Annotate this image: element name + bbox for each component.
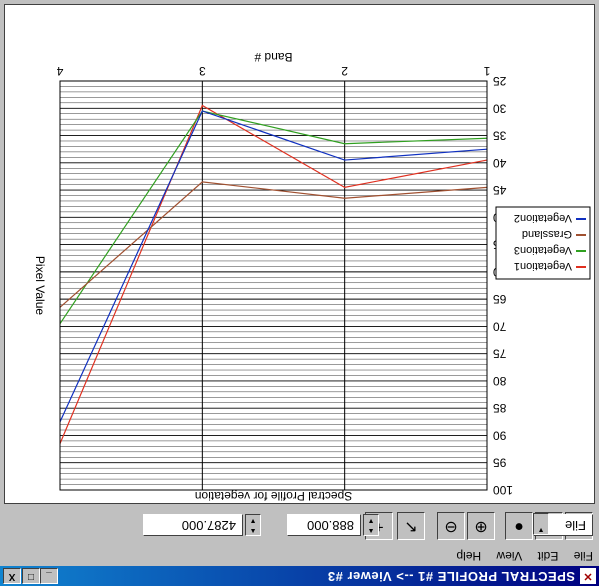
x-tick-label: 4 <box>56 64 63 78</box>
y-tick-label: 70 <box>493 319 507 333</box>
maximize-button[interactable]: □ <box>22 568 40 584</box>
y-tick-label: 90 <box>493 428 507 442</box>
x-axis-label: Band # <box>254 50 292 64</box>
close-button[interactable]: X <box>3 568 21 584</box>
y-tick-label: 85 <box>493 401 507 415</box>
arrow-pointer-icon[interactable]: ↖ <box>397 512 425 540</box>
y-tick-label: 75 <box>493 347 507 361</box>
menu-view[interactable]: View <box>490 549 528 566</box>
y-tick-label: 25 <box>493 74 507 88</box>
x-tick-label: 1 <box>483 64 490 78</box>
legend-label: Grassland <box>522 228 572 240</box>
chart-area: 2530354045505560657075808590951001234Ban… <box>4 4 595 504</box>
legend-label: Vegetation2 <box>514 212 572 224</box>
plot-border <box>59 80 488 491</box>
y-tick-label: 65 <box>493 292 507 306</box>
x-tick-label: 2 <box>341 64 348 78</box>
y-tick-label: 95 <box>493 456 507 470</box>
window-title: SPECTRAL PROFILE #1 --> Viewer #3 <box>327 569 575 584</box>
series-line <box>59 104 488 444</box>
minimize-button[interactable]: _ <box>40 568 58 584</box>
zoom-out-icon[interactable]: ⊖ <box>437 512 465 540</box>
y-axis-label: Pixel Value <box>33 256 47 315</box>
legend-label: Vegetation1 <box>514 260 572 272</box>
spectral-profile-chart: 2530354045505560657075808590951001234Ban… <box>33 50 591 503</box>
y-tick-label: 100 <box>493 483 513 497</box>
menu-file[interactable]: File <box>568 549 599 566</box>
imagine-icon: ✕ <box>580 568 596 584</box>
output-dropdown-arrow[interactable]: ▼ <box>533 513 549 535</box>
coord-x-field[interactable]: 4287.000 <box>143 514 243 536</box>
y-tick-label: 80 <box>493 374 507 388</box>
menu-edit[interactable]: Edit <box>532 549 565 566</box>
zoom-in-icon[interactable]: ⊕ <box>467 512 495 540</box>
coord-x-spinner[interactable]: ▲ ▼ <box>245 514 261 536</box>
y-tick-label: 45 <box>493 183 507 197</box>
chart-title: Spectral Profile for vegetation <box>195 489 352 503</box>
x-tick-label: 3 <box>199 64 206 78</box>
y-tick-label: 35 <box>493 129 507 143</box>
toolbar: ▭ ▤ ● ⊕ ⊖ ↖ + File ▼ ▲▼ 888.000 ▲▼ 4287.… <box>0 506 599 546</box>
title-bar[interactable]: ✕ SPECTRAL PROFILE #1 --> Viewer #3 _ □ … <box>0 566 599 586</box>
legend-label: Vegetation3 <box>514 244 572 256</box>
y-tick-label: 30 <box>493 101 507 115</box>
coord-y-field[interactable]: 888.000 <box>287 514 361 536</box>
y-tick-label: 40 <box>493 156 507 170</box>
spectral-profile-window: ✕ SPECTRAL PROFILE #1 --> Viewer #3 _ □ … <box>0 0 599 586</box>
menu-help[interactable]: Help <box>450 549 487 566</box>
coord-y-spinner[interactable]: ▲ ▼ <box>363 514 379 536</box>
save-icon[interactable]: ● <box>505 512 533 540</box>
menu-bar: File Edit View Help <box>0 546 599 566</box>
